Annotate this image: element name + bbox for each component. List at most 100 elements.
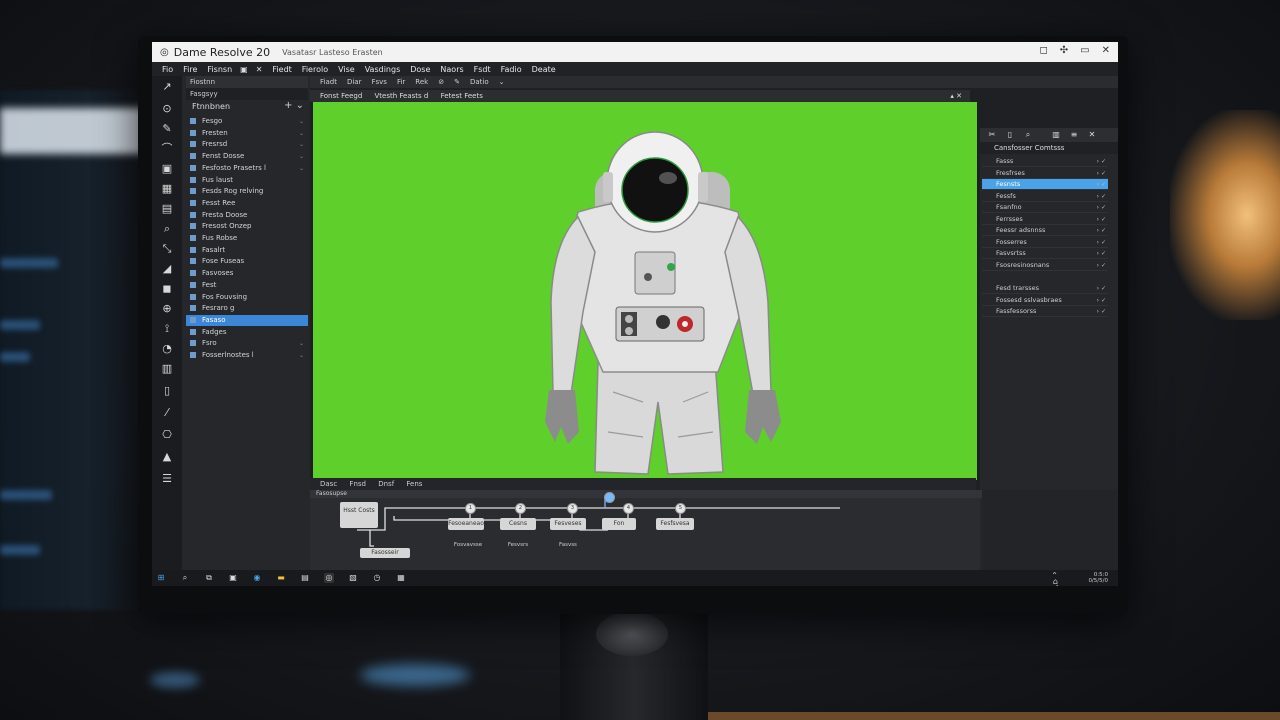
effects-list-item[interactable]: Fesst Ree xyxy=(186,198,308,209)
start-icon[interactable]: ⊞ xyxy=(156,573,166,583)
paint-icon[interactable]: ▣ xyxy=(160,162,174,176)
tab-fairlight[interactable]: Fsdt xyxy=(474,65,491,74)
effects-list-item[interactable]: Fresta Doose xyxy=(186,210,308,221)
video-viewer[interactable] xyxy=(313,102,977,480)
inspector-row[interactable]: Fessfs › ✓ xyxy=(982,191,1108,202)
close-icon[interactable]: ✕ xyxy=(256,65,263,74)
clock-icon[interactable]: ◷ xyxy=(372,573,382,583)
list-icon[interactable]: ≡ xyxy=(1068,130,1080,140)
checkmark-icon[interactable]: › ✓ xyxy=(1097,168,1106,179)
node-box-2[interactable]: Cesns xyxy=(500,518,536,530)
checkmark-icon[interactable]: › ✓ xyxy=(1097,306,1106,317)
effects-list-item[interactable]: Fenst Dosse ⌄ xyxy=(186,151,308,162)
viewer-options-icon[interactable]: ▴ ✕ xyxy=(950,90,962,102)
pen-icon[interactable]: ✎ xyxy=(160,122,174,136)
effects-list-item[interactable]: Fadges xyxy=(186,327,308,338)
source-node[interactable]: Hsst Costs xyxy=(340,502,378,528)
effects-list-item[interactable]: Fose Fuseas xyxy=(186,256,308,267)
tab-view[interactable]: Vise xyxy=(338,65,355,74)
checkmark-icon[interactable]: › ✓ xyxy=(1097,237,1106,248)
app-icon[interactable]: ▣ xyxy=(228,573,238,583)
tab-deliver[interactable]: Deate xyxy=(532,65,556,74)
toolbar-item[interactable]: Rek xyxy=(415,78,428,86)
square-icon[interactable]: ◼ xyxy=(160,282,174,296)
task-view-icon[interactable]: ⧉ xyxy=(204,573,214,583)
menu-item-edit[interactable]: Fire xyxy=(183,65,197,74)
search-icon[interactable]: ⌕ xyxy=(1022,130,1034,140)
effects-list-item[interactable]: Fasvoses xyxy=(186,268,308,279)
checkmark-icon[interactable]: › ✓ xyxy=(1097,191,1106,202)
toolbar-item[interactable]: Fsvs xyxy=(371,78,386,86)
node-dot-5[interactable]: 5 xyxy=(675,503,686,514)
minimize-icon[interactable]: ▭ xyxy=(1080,45,1089,56)
node-box-1[interactable]: Fesoeaneao xyxy=(448,518,484,530)
effects-list-item[interactable]: Fosserlnostes l ⌄ xyxy=(186,350,308,361)
close-icon[interactable]: ✕ xyxy=(1102,45,1110,56)
node-dot-4[interactable]: 4 xyxy=(623,503,634,514)
tab-edit[interactable]: Fiedt xyxy=(272,65,291,74)
search-icon[interactable]: ⌕ xyxy=(180,573,190,583)
checkmark-icon[interactable]: › ✓ xyxy=(1097,283,1106,294)
viewer-control[interactable]: Dasc xyxy=(320,480,337,488)
toolbar-item[interactable]: Fir xyxy=(397,78,405,86)
menu-item-file[interactable]: Fio xyxy=(162,65,173,74)
node-box-3[interactable]: Fesveses xyxy=(550,518,586,530)
effects-list-item[interactable]: Fest xyxy=(186,280,308,291)
arrow-icon[interactable]: ↗ xyxy=(160,80,174,94)
viewer-tab[interactable]: Vtesth Feasts d xyxy=(375,92,429,100)
inspector-row[interactable]: Fsanfno › ✓ xyxy=(982,202,1108,213)
checkmark-icon[interactable]: › ✓ xyxy=(1097,260,1106,271)
chevron-down-icon[interactable]: ⌄ xyxy=(299,163,304,174)
inspector-row[interactable]: Fesnsts › ✓ xyxy=(982,179,1108,190)
menu-item-finish[interactable]: Fisnsn xyxy=(207,65,232,74)
warp-icon[interactable]: ⎔ xyxy=(160,428,174,442)
effects-list-item[interactable]: Fresrsd ⌄ xyxy=(186,139,308,150)
tab-nodes[interactable]: Naors xyxy=(440,65,463,74)
tray-icons[interactable]: ⌃ ⌂ ◁ xyxy=(1051,572,1058,587)
node-input-dot[interactable] xyxy=(604,492,615,503)
effects-list-item[interactable]: Fesfosto Prasetrs l ⌄ xyxy=(186,163,308,174)
chevron-down-icon[interactable]: ⌄ xyxy=(299,139,304,150)
effects-list-item[interactable]: Fresten ⌄ xyxy=(186,128,308,139)
clip-icon[interactable]: ▥ xyxy=(160,362,174,376)
effects-list-item[interactable]: Fesds Rog relving xyxy=(186,186,308,197)
mask-icon[interactable]: ◔ xyxy=(160,342,174,356)
chevron-down-icon[interactable]: ⌄ xyxy=(299,338,304,349)
inspector-row[interactable]: Ferrsses › ✓ xyxy=(982,214,1108,225)
resolve-app-icon[interactable]: ◎ xyxy=(324,573,334,583)
pointer-icon[interactable]: ⊙ xyxy=(160,102,174,116)
chevron-down-icon[interactable]: ⌄ xyxy=(299,128,304,139)
tools-icon[interactable]: ✂ xyxy=(986,130,998,140)
pen-icon[interactable]: ✎ xyxy=(454,78,460,86)
node-dot-3[interactable]: 3 xyxy=(567,503,578,514)
effects-list-item[interactable]: Fos Fouvsing xyxy=(186,292,308,303)
inspector-row[interactable]: Fasvsrtss › ✓ xyxy=(982,248,1108,259)
chevron-down-icon[interactable]: ⌄ xyxy=(299,350,304,361)
tab-fusion[interactable]: Fierolo xyxy=(302,65,328,74)
settings-icon[interactable]: ✣ xyxy=(1060,45,1068,56)
add-icon[interactable]: + ⌄ xyxy=(284,100,304,111)
inspector-row[interactable]: Fasss › ✓ xyxy=(982,156,1108,167)
effects-list-item[interactable]: Fsro ⌄ xyxy=(186,338,308,349)
edit-icon[interactable]: ⁄ xyxy=(160,406,174,420)
effects-list-item[interactable]: Fasaso xyxy=(186,314,308,326)
track-icon[interactable]: ⟟ xyxy=(160,322,174,336)
tile-icon[interactable]: ▤ xyxy=(160,202,174,216)
tab-settings[interactable]: Vasdings xyxy=(365,65,401,74)
close-icon[interactable]: ✕ xyxy=(1086,130,1098,140)
tab-color[interactable]: Dose xyxy=(410,65,430,74)
effects-list-item[interactable]: Fesgo ⌄ xyxy=(186,116,308,127)
inspector-row[interactable]: Fassfessorss › ✓ xyxy=(982,306,1108,317)
shape-icon[interactable]: ◢ xyxy=(160,262,174,276)
restore-icon[interactable]: ◻ xyxy=(1039,45,1047,56)
cone-icon[interactable]: ▲ xyxy=(160,450,174,464)
grid-icon[interactable]: ▦ xyxy=(160,182,174,196)
tab-audio[interactable]: Fadio xyxy=(501,65,522,74)
checkmark-icon[interactable]: › ✓ xyxy=(1097,214,1106,225)
inspector-row[interactable]: Fosserres › ✓ xyxy=(982,237,1108,248)
doc-icon[interactable]: ▯ xyxy=(160,384,174,398)
toolbar-item[interactable]: Diar xyxy=(347,78,362,86)
node-box-4[interactable]: Fon xyxy=(602,518,636,530)
node-icon[interactable]: ⊕ xyxy=(160,302,174,316)
node-box-5[interactable]: Fesfsvesa xyxy=(656,518,694,530)
